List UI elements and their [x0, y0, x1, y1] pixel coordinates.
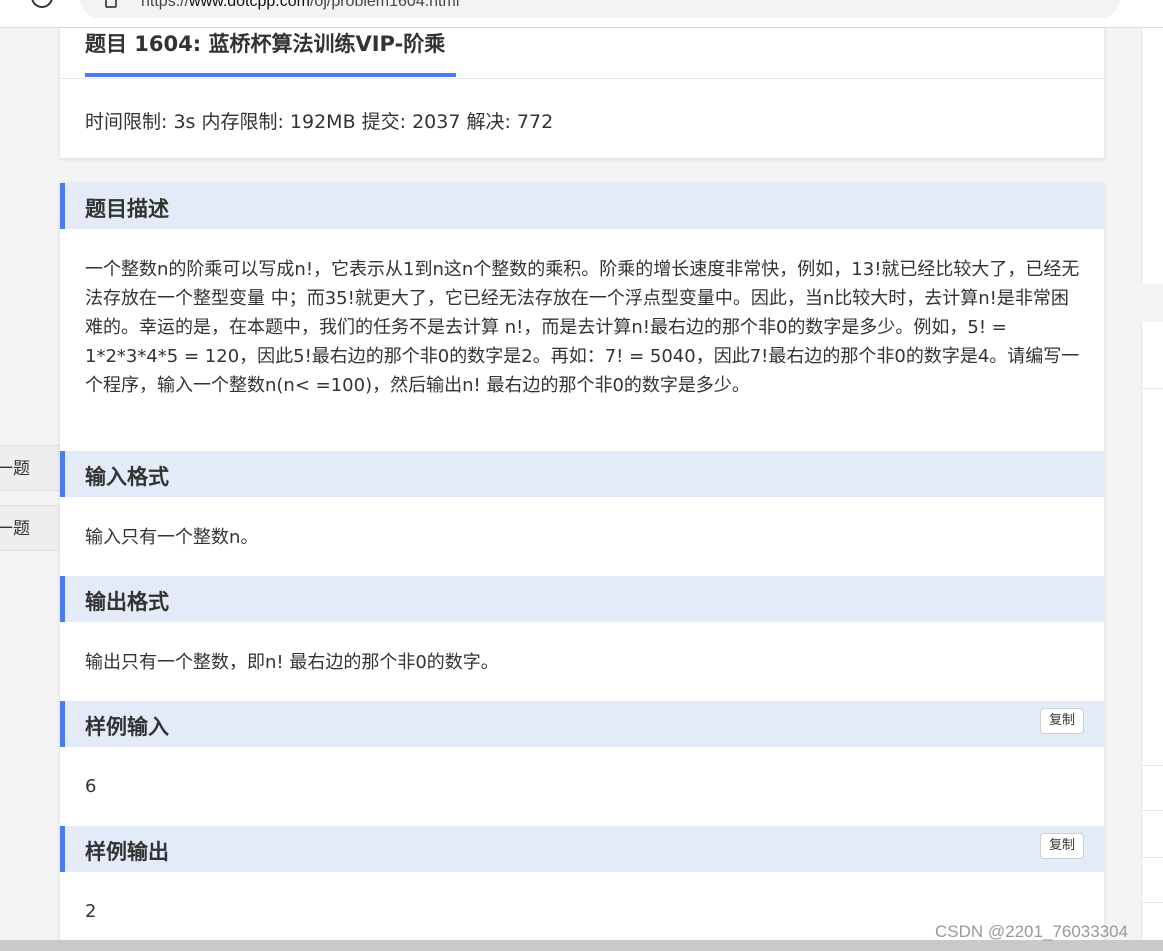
url-prefix: https://: [141, 0, 190, 10]
problem-limits: 时间限制: 3s 内存限制: 192MB 提交: 2037 解决: 772: [85, 111, 554, 133]
right-divider: [1141, 810, 1163, 811]
right-divider: [1141, 857, 1163, 858]
sample-input-text: 6: [85, 776, 97, 797]
url-text[interactable]: https://www.dotcpp.com/oj/problem1604.ht…: [141, 0, 459, 11]
section-title: 输入格式: [85, 465, 169, 489]
right-divider: [1141, 388, 1163, 389]
reload-icon[interactable]: [31, 0, 53, 8]
section-title: 题目描述: [85, 197, 169, 221]
section-header-description: 题目描述: [60, 183, 1104, 229]
section-header-sample-output: 样例输出 复制: [60, 826, 1104, 872]
output-format-text: 输出只有一个整数，即n! 最右边的那个非0的数字。: [85, 652, 499, 673]
page-title: 题目 1604: 蓝桥杯算法训练VIP-阶乘: [85, 32, 446, 56]
url-path: /oj/problem1604.html: [309, 0, 460, 10]
right-divider: [1141, 902, 1163, 903]
sample-output-text: 2: [85, 901, 97, 922]
problem-content-card: 题目描述 一个整数n的阶乘可以写成n!，它表示从1到n这n个整数的乘积。阶乘的增…: [60, 183, 1104, 951]
title-underline: [85, 73, 456, 77]
side-tab-label: 一题: [0, 459, 30, 479]
section-header-output-format: 输出格式: [60, 576, 1104, 622]
section-header-input-format: 输入格式: [60, 451, 1104, 497]
side-tab-prev-problem[interactable]: 一题: [0, 445, 60, 491]
section-header-sample-input: 样例输入 复制: [60, 701, 1104, 747]
site-info-icon[interactable]: [105, 0, 117, 8]
side-tab-next-problem[interactable]: 一题: [0, 505, 60, 551]
input-format-text: 输入只有一个整数n。: [85, 527, 259, 548]
copy-sample-input-button[interactable]: 复制: [1040, 708, 1084, 734]
browser-toolbar: https://www.dotcpp.com/oj/problem1604.ht…: [0, 0, 1163, 28]
section-title: 输出格式: [85, 590, 169, 614]
right-sidebar-panel: [1141, 28, 1163, 284]
watermark: CSDN @2201_76033304: [935, 922, 1129, 941]
side-tab-label: 一题: [0, 519, 30, 539]
url-host: www.dotcpp.com: [189, 0, 310, 10]
description-text: 一个整数n的阶乘可以写成n!，它表示从1到n这n个整数的乘积。阶乘的增长速度非常…: [85, 259, 1080, 396]
problem-header-card: 题目 1604: 蓝桥杯算法训练VIP-阶乘 时间限制: 3s 内存限制: 19…: [60, 28, 1104, 158]
section-title: 样例输入: [85, 715, 169, 739]
section-title: 样例输出: [85, 840, 169, 864]
copy-sample-output-button[interactable]: 复制: [1040, 833, 1084, 859]
right-divider: [1141, 765, 1163, 766]
divider: [60, 78, 1104, 79]
